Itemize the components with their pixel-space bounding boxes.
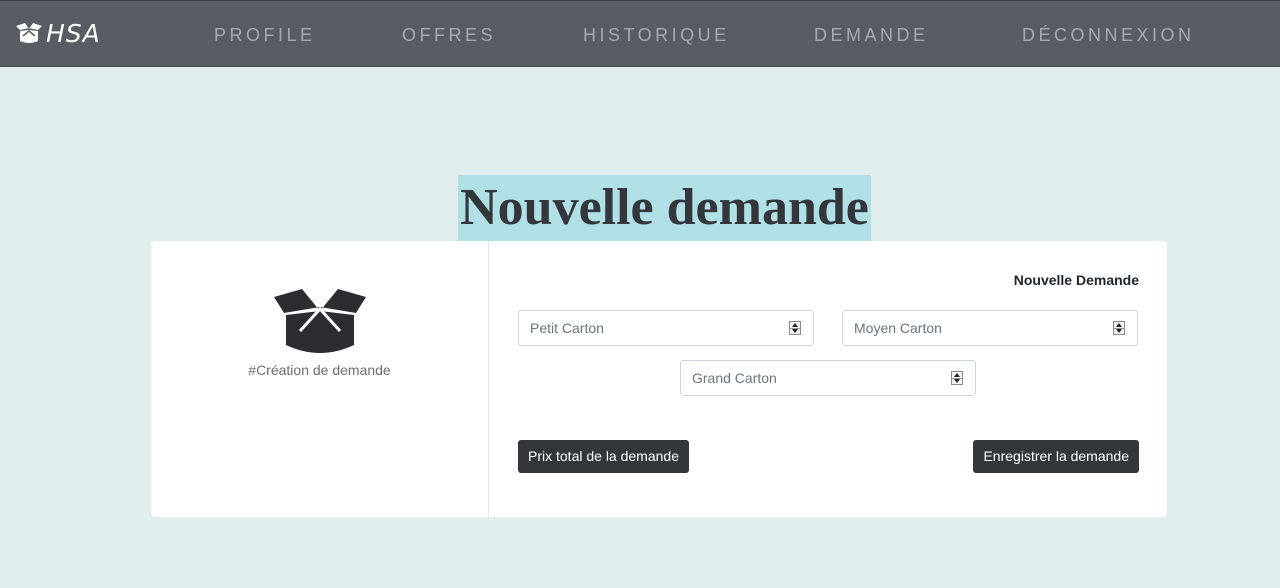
nav-item-profile[interactable]: PROFILE (214, 24, 316, 46)
petit-carton-field (518, 310, 814, 346)
nav-item-offres[interactable]: OFFRES (402, 24, 496, 46)
moyen-carton-input[interactable] (843, 311, 1103, 345)
petit-carton-stepper[interactable] (789, 321, 801, 335)
nav-item-deconnexion[interactable]: DÉCONNEXION (1022, 24, 1195, 46)
brand-logo[interactable]: HSA (14, 19, 101, 49)
grand-carton-field (680, 360, 976, 396)
card-divider (488, 241, 489, 517)
total-price-button[interactable]: Prix total de la demande (518, 440, 689, 473)
grand-carton-input[interactable] (681, 361, 941, 395)
form-title: Nouvelle Demande (1013, 272, 1139, 288)
nav-item-historique[interactable]: HISTORIQUE (583, 24, 730, 46)
save-request-button[interactable]: Enregistrer la demande (973, 440, 1139, 473)
open-box-icon (274, 289, 366, 353)
petit-carton-input[interactable] (519, 311, 779, 345)
moyen-carton-field (842, 310, 1138, 346)
page-title: Nouvelle demande (460, 179, 869, 236)
nav-item-demande[interactable]: DEMANDE (814, 24, 929, 46)
left-caption: #Création de demande (248, 362, 391, 378)
request-card: #Création de demande Nouvelle Demande Pr… (151, 241, 1167, 517)
top-navbar: HSA PROFILE OFFRES HISTORIQUE DEMANDE DÉ… (0, 0, 1280, 67)
moyen-carton-stepper[interactable] (1113, 321, 1125, 335)
brand-name: HSA (46, 19, 101, 48)
grand-carton-stepper[interactable] (951, 371, 963, 385)
page-title-highlight: Nouvelle demande (458, 175, 871, 242)
open-box-icon (16, 23, 42, 43)
